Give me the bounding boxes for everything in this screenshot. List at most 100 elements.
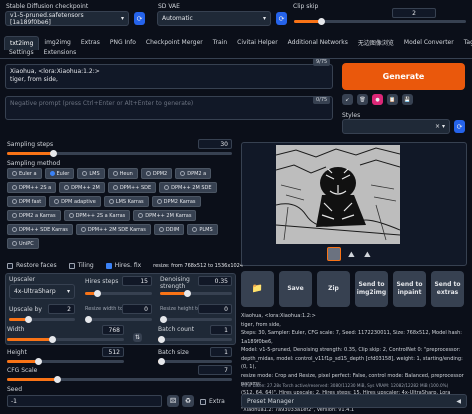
batch-count-input[interactable]: 1: [210, 325, 232, 335]
sampler-option[interactable]: DPM++ 2S a: [7, 182, 56, 193]
refresh-styles-icon[interactable]: ⟳: [454, 120, 465, 133]
cfg-input[interactable]: 7: [198, 365, 232, 375]
sampler-option[interactable]: DPM fast: [7, 196, 46, 207]
denoise-slider[interactable]: [160, 292, 232, 295]
sampler-option[interactable]: DDIM: [154, 224, 185, 235]
tab-10[interactable]: Tagger: [459, 36, 472, 49]
prompt-input[interactable]: Xiaohua, <lora:Xiaohua:1.2:> tiger, from…: [5, 64, 333, 89]
batch-size-input[interactable]: 1: [210, 347, 232, 357]
height-input[interactable]: 512: [102, 347, 124, 357]
tab-3[interactable]: PNG Info: [105, 36, 141, 49]
sampler-label: DPM2 a: [187, 171, 206, 177]
sampler-option[interactable]: Euler: [45, 168, 75, 179]
hires-steps-input[interactable]: 15: [122, 276, 152, 286]
sampling-steps-input[interactable]: 30: [198, 139, 232, 149]
cfg-slider[interactable]: [7, 378, 232, 381]
upscaler-select[interactable]: 4x-UltraSharp▾: [9, 284, 75, 299]
hires-fix-checkbox[interactable]: Hires. fix: [106, 262, 141, 269]
tab-8[interactable]: 无边图像浏览: [353, 35, 399, 50]
sampler-option[interactable]: DPM2 Karras: [152, 196, 201, 207]
tab-7[interactable]: Additional Networks: [283, 36, 353, 49]
resize-width-slider[interactable]: [85, 318, 152, 321]
sampler-option[interactable]: DPM++ 2M: [59, 182, 105, 193]
swap-dimensions-icon[interactable]: ⇅: [133, 333, 142, 342]
sampler-label: DPM fast: [19, 199, 41, 205]
sampler-option[interactable]: DPM++ 2M Karras: [133, 210, 196, 221]
sampler-option[interactable]: Euler a: [7, 168, 42, 179]
sampler-option[interactable]: DPM++ SDE: [108, 182, 156, 193]
preset-manager-accordion[interactable]: Preset Manager ◀: [241, 394, 467, 408]
batch-count-slider[interactable]: [158, 338, 232, 341]
sampler-option[interactable]: DPM++ 2M SDE: [159, 182, 216, 193]
radio-icon: [82, 171, 87, 176]
upscale-by-input[interactable]: 2: [48, 304, 75, 314]
width-slider[interactable]: [7, 338, 124, 341]
tab-5[interactable]: Train: [208, 36, 232, 49]
sampler-option[interactable]: Heun: [108, 168, 138, 179]
sampler-option[interactable]: LMS: [77, 168, 104, 179]
save-button[interactable]: Save: [279, 271, 312, 307]
sampler-label: DPM2 a Karras: [19, 213, 56, 219]
refresh-checkpoint-icon[interactable]: ⟳: [134, 12, 145, 25]
tool-0-icon[interactable]: ↙: [342, 94, 353, 105]
tab-4[interactable]: Checkpoint Merger: [141, 36, 208, 49]
tab-6[interactable]: Civitai Helper: [232, 36, 283, 49]
sampler-option[interactable]: DPM++ 2M SDE Karras: [76, 224, 151, 235]
sampler-option[interactable]: PLMS: [187, 224, 217, 235]
tool-1-icon[interactable]: 🗑: [357, 94, 368, 105]
generated-tiger-image[interactable]: [276, 145, 400, 244]
sampling-steps-slider[interactable]: [7, 152, 232, 155]
generate-button[interactable]: Generate: [342, 63, 465, 90]
radio-icon: [12, 241, 17, 246]
tiling-label: Tiling: [78, 262, 94, 269]
radio-icon: [12, 199, 17, 204]
extra-checkbox[interactable]: Extra: [200, 398, 225, 405]
vae-select[interactable]: Automatic▾: [157, 11, 271, 26]
extra-label: Extra: [209, 398, 225, 405]
tool-2-icon[interactable]: ●: [372, 94, 383, 105]
zip-button[interactable]: Zip: [317, 271, 350, 307]
upscaler-value: 4x-UltraSharp: [14, 288, 56, 295]
send-to-img2img-button[interactable]: Send to img2img: [355, 271, 388, 307]
checkpoint-select[interactable]: v1-5-pruned.safetensors [1a189f0be6]▾: [5, 11, 129, 26]
chevron-down-icon: ▾: [263, 15, 266, 22]
seed-input[interactable]: -1: [7, 395, 162, 407]
resize-width-input[interactable]: 0: [122, 304, 152, 314]
negative-prompt-input[interactable]: Negative prompt (press Ctrl+Enter or Alt…: [5, 96, 333, 120]
sampler-option[interactable]: DPM2: [141, 168, 172, 179]
image-icon[interactable]: ⛰: [364, 250, 371, 260]
dice-icon[interactable]: ⚄: [167, 395, 179, 407]
refresh-vae-icon[interactable]: ⟳: [276, 12, 287, 25]
clip-skip-input[interactable]: 2: [392, 8, 436, 18]
tool-3-icon[interactable]: 📋: [387, 94, 398, 105]
sampler-option[interactable]: DPM2 a: [175, 168, 211, 179]
send-to-extras-button[interactable]: Send to extras: [431, 271, 464, 307]
sampler-option[interactable]: DPM++ 2S a Karras: [64, 210, 131, 221]
thumbnail-selected[interactable]: [327, 247, 341, 261]
sampler-option[interactable]: DPM adaptive: [49, 196, 101, 207]
radio-icon: [12, 213, 17, 218]
restore-faces-checkbox[interactable]: Restore faces: [7, 262, 57, 269]
hires-steps-slider[interactable]: [85, 292, 152, 295]
tiling-checkbox[interactable]: Tiling: [69, 262, 94, 269]
sampler-option[interactable]: DPM++ SDE Karras: [7, 224, 73, 235]
sampler-option[interactable]: LMS Karras: [104, 196, 149, 207]
batch-size-slider[interactable]: [158, 360, 232, 363]
sampler-option[interactable]: DPM2 a Karras: [7, 210, 61, 221]
clip-skip-slider[interactable]: [294, 20, 466, 23]
resize-height-slider[interactable]: [160, 318, 232, 321]
image-icon[interactable]: ⛰: [348, 250, 355, 260]
width-input[interactable]: 768: [102, 325, 124, 335]
recycle-icon[interactable]: ♻: [182, 395, 194, 407]
radio-icon: [192, 227, 197, 232]
resize-height-input[interactable]: 0: [198, 304, 232, 314]
upscale-by-slider[interactable]: [9, 318, 75, 321]
denoise-input[interactable]: 0.35: [198, 276, 232, 286]
tab-9[interactable]: Model Converter: [399, 36, 459, 49]
height-slider[interactable]: [7, 360, 124, 363]
open-folder-button[interactable]: 📁: [241, 271, 274, 307]
tool-4-icon[interactable]: 💾: [402, 94, 413, 105]
send-to-inpaint-button[interactable]: Send to inpaint: [393, 271, 426, 307]
sampler-option[interactable]: UniPC: [7, 238, 39, 249]
styles-select[interactable]: × ▾: [342, 119, 450, 134]
